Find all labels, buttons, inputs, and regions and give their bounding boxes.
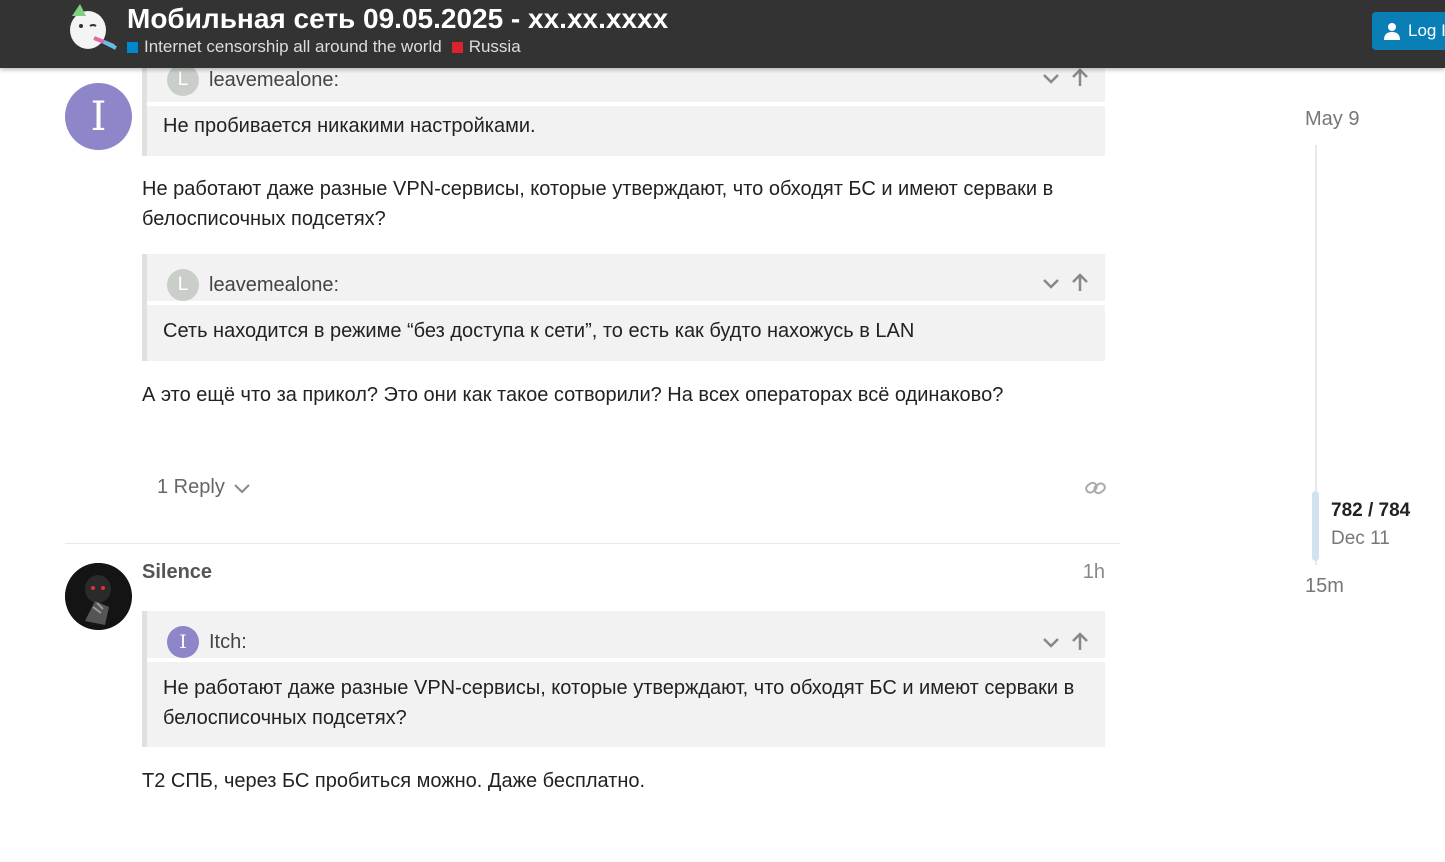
user-icon	[1384, 23, 1400, 40]
category-label: Internet censorship all around the world	[144, 37, 442, 56]
category-color-badge	[451, 41, 463, 53]
quote-author: leavemealone:	[209, 68, 340, 91]
post-text: Не работают даже разные VPN-сервисы, кот…	[142, 174, 1053, 234]
chevron-down-icon	[234, 483, 250, 493]
post-text: Т2 СПБ, через БС пробиться можно. Даже б…	[142, 770, 646, 792]
quote-text-line: Не работают даже разные VPN-сервисы, кот…	[163, 677, 1075, 699]
site-logo-icon[interactable]	[64, 2, 118, 52]
timeline-position: 782 / 784	[1331, 500, 1411, 521]
arrow-up-icon[interactable]	[1071, 632, 1089, 652]
post-timestamp[interactable]: 1h	[1060, 561, 1105, 584]
quote-controls	[1041, 632, 1089, 652]
quote-text: Не пробивается никакими настройками.	[163, 115, 536, 137]
arrow-up-icon[interactable]	[1071, 273, 1089, 293]
site-header: Мобильная сеть 09.05.2025 - xx.xx.xxxx I…	[0, 0, 1445, 68]
quote-controls	[1041, 68, 1089, 88]
arrow-up-icon[interactable]	[1071, 68, 1089, 88]
quote-text-line: белосписочных подсетях?	[163, 707, 407, 729]
share-link-icon[interactable]	[1085, 478, 1107, 503]
quote-divider	[147, 658, 1105, 662]
quote-controls	[1041, 273, 1089, 293]
quote-header[interactable]: I Itch:	[167, 626, 247, 658]
chevron-down-icon[interactable]	[1041, 273, 1061, 293]
timeline-start-date[interactable]: May 9	[1305, 108, 1359, 131]
avatar[interactable]	[65, 563, 132, 630]
quote-block: L leavemealone: Сеть находится в режиме …	[142, 254, 1105, 361]
quote-divider	[147, 102, 1105, 106]
username[interactable]: Silence	[142, 561, 212, 584]
timeline-current-date: Dec 11	[1331, 528, 1390, 549]
quote-text: Не работают даже разные VPN-сервисы, кот…	[163, 673, 1074, 733]
login-label: Log In	[1408, 21, 1445, 40]
post-divider	[65, 543, 1120, 544]
chevron-down-icon[interactable]	[1041, 632, 1061, 652]
quote-divider	[147, 301, 1105, 305]
post-text-line: Не работают даже разные VPN-сервисы, кот…	[142, 178, 1054, 200]
category-breadcrumb: Internet censorship all around the world…	[127, 37, 521, 57]
quote-text: Сеть находится в режиме “без доступа к с…	[163, 320, 915, 342]
login-button[interactable]: Log In	[1372, 12, 1445, 50]
post-text: А это ещё что за прикол? Это они как так…	[142, 384, 1004, 406]
timeline-end-date[interactable]: 15m	[1305, 575, 1344, 598]
quote-header[interactable]: L leavemealone:	[167, 269, 339, 301]
quote-author: leavemealone:	[209, 273, 340, 296]
category-label: Russia	[468, 37, 521, 56]
quote-block: I Itch: Не работают даже разные VPN-серв…	[142, 611, 1105, 747]
replies-button[interactable]: 1 Reply	[157, 476, 253, 499]
quote-avatar: L	[167, 269, 199, 301]
avatar-letter: I	[90, 93, 107, 140]
avatar[interactable]: I	[65, 83, 132, 150]
topic-title[interactable]: Мобильная сеть 09.05.2025 - xx.xx.xxxx	[127, 3, 668, 35]
timeline-scroll-handle[interactable]	[1312, 491, 1319, 561]
category-link-censorship[interactable]: Internet censorship all around the world	[127, 37, 442, 57]
category-color-badge	[127, 41, 138, 53]
category-link-russia[interactable]: Russia	[451, 37, 521, 57]
quote-author: Itch:	[209, 630, 247, 653]
quote-avatar: L	[167, 64, 199, 96]
chevron-down-icon[interactable]	[1041, 68, 1061, 88]
post-text-line: белосписочных подсетях?	[142, 208, 386, 230]
quote-avatar: I	[167, 626, 199, 658]
quote-header[interactable]: L leavemealone:	[167, 64, 339, 96]
replies-label: 1 Reply	[157, 476, 225, 498]
